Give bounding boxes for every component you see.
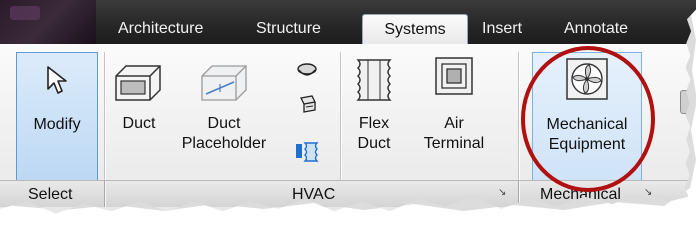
air-terminal-label-line2: Terminal: [423, 135, 485, 152]
modify-label: Modify: [33, 116, 81, 133]
separator: [104, 52, 105, 180]
flex-duct-button[interactable]: Flex Duct: [346, 52, 402, 180]
modify-button[interactable]: Modify: [16, 52, 98, 182]
duct-placeholder-label-line1: Duct: [207, 115, 241, 132]
air-terminal-button[interactable]: Air Terminal: [406, 52, 502, 180]
separator: [518, 52, 519, 180]
duct-placeholder-label-line2: Placeholder: [181, 135, 267, 152]
duct-label: Duct: [122, 115, 156, 132]
flex-duct-label-line1: Flex: [358, 115, 390, 132]
duct-accessory-icon[interactable]: [298, 94, 318, 116]
cursor-arrow-icon: [47, 66, 67, 94]
ribbon-screenshot: Architecture Structure Systems Insert An…: [0, 0, 696, 240]
tab-insert[interactable]: Insert: [482, 14, 542, 44]
air-terminal-icon: [435, 57, 473, 95]
tab-systems[interactable]: Systems: [362, 14, 468, 45]
group-label-select: Select: [28, 186, 73, 203]
duct-placeholder-icon: [201, 65, 247, 101]
tab-bar: Architecture Structure Systems Insert An…: [0, 0, 696, 45]
tab-annotate[interactable]: Annotate: [564, 14, 660, 44]
duct-fitting-icon[interactable]: [296, 62, 318, 80]
duct-icon: [115, 65, 161, 101]
air-terminal-label-line1: Air: [444, 115, 464, 132]
group-label-hvac: HVAC: [292, 186, 336, 203]
duct-button[interactable]: Duct: [108, 52, 170, 180]
group-separator: [104, 181, 105, 207]
convert-to-flex-icon[interactable]: [295, 140, 321, 164]
duct-placeholder-button[interactable]: Duct Placeholder: [172, 52, 276, 180]
flex-duct-icon: [356, 59, 392, 101]
tab-structure[interactable]: Structure: [256, 14, 348, 44]
flex-duct-label-line2: Duct: [357, 135, 391, 152]
highlight-circle: [521, 46, 655, 192]
tab-architecture[interactable]: Architecture: [118, 14, 234, 44]
hvac-dialog-launcher[interactable]: ↘: [498, 188, 508, 198]
application-menu-button[interactable]: [0, 0, 96, 44]
separator: [340, 52, 341, 180]
